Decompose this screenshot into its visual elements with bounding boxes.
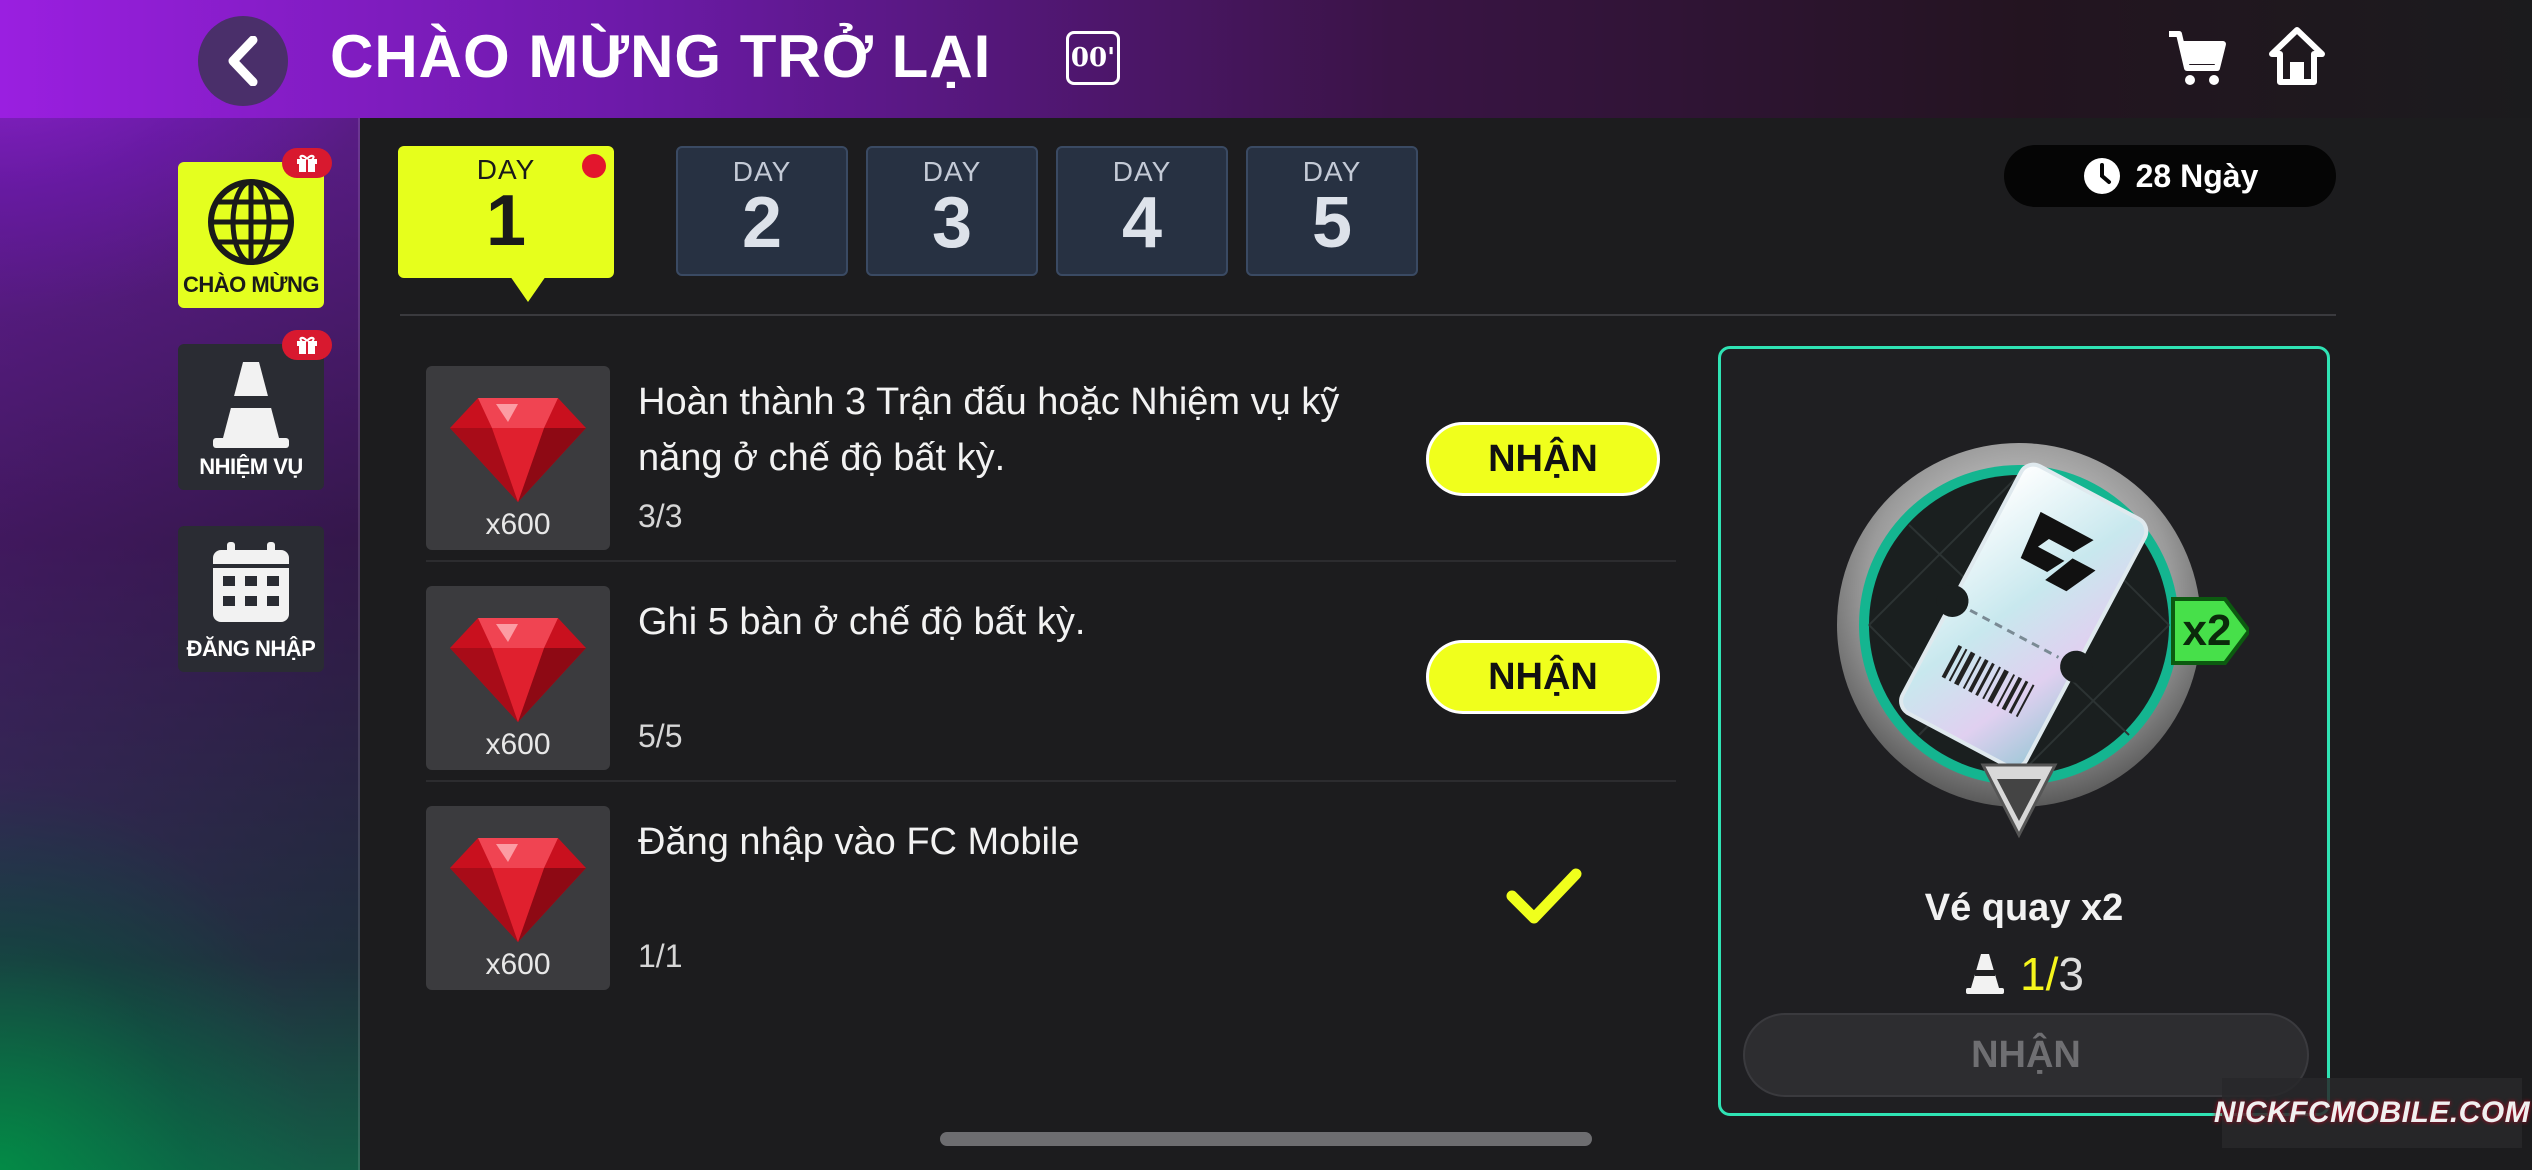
gift-icon — [297, 154, 317, 172]
reward-quantity: x600 — [485, 948, 551, 981]
spin-ticket-medal-icon: x2 — [1837, 443, 2249, 839]
watermark: NICKFCMOBILE.COM — [2214, 1078, 2530, 1148]
day-tab-1[interactable]: DAY 1 — [398, 146, 614, 278]
day-number: 1 — [485, 181, 527, 261]
reward-tile: x600 — [426, 366, 610, 550]
ruby-gem-icon — [450, 398, 586, 502]
info-badge[interactable]: 00' — [1066, 31, 1120, 85]
task-row: x600 Đăng nhập vào FC Mobile 1/1 — [426, 806, 1676, 990]
tabs-divider — [400, 314, 2336, 316]
reward-tile: x600 — [426, 806, 610, 990]
row-divider — [426, 780, 1676, 782]
claim-button[interactable]: NHẬN — [1426, 640, 1660, 714]
gift-badge — [282, 148, 332, 178]
day-tab-4[interactable]: DAY 4 — [1056, 146, 1228, 276]
timer-pill: 28 Ngày — [2004, 145, 2336, 207]
sidebar-divider — [358, 118, 360, 1170]
notification-dot — [582, 154, 606, 178]
sidebar-item-label: NHIỆM VỤ — [199, 454, 303, 479]
reward-quantity: x600 — [485, 728, 551, 761]
reward-progress: 1/3 — [1721, 947, 2327, 1001]
globe-icon — [208, 179, 294, 265]
task-title: Hoàn thành 3 Trận đấu hoặc Nhiệm vụ kỹ n… — [638, 381, 1340, 479]
day-number: 4 — [1121, 183, 1163, 263]
day-number: 2 — [741, 183, 783, 263]
cart-icon[interactable] — [2165, 28, 2229, 88]
task-progress: 3/3 — [638, 498, 683, 534]
sidebar-item-label: ĐĂNG NHẬP — [186, 636, 316, 661]
day-number: 3 — [931, 183, 973, 263]
page-title: CHÀO MỪNG TRỞ LẠI — [330, 23, 992, 90]
day-number: 5 — [1311, 183, 1353, 263]
home-icon[interactable] — [2268, 26, 2326, 86]
day-tab-2[interactable]: DAY 2 — [676, 146, 848, 276]
active-tab-pointer — [510, 276, 546, 302]
day-tab-3[interactable]: DAY 3 — [866, 146, 1038, 276]
ruby-gem-icon — [450, 838, 586, 942]
sidebar-item-login[interactable]: ĐĂNG NHẬP — [178, 526, 324, 672]
sidebar-item-welcome[interactable]: CHÀO MỪNG — [178, 148, 332, 308]
reward-quantity: x600 — [485, 508, 551, 541]
back-chevron-icon — [228, 36, 258, 86]
home-indicator-bar[interactable] — [940, 1132, 1592, 1146]
claim-button[interactable]: NHẬN — [1426, 422, 1660, 496]
calendar-icon — [213, 542, 289, 622]
task-title: Đăng nhập vào FC Mobile — [638, 821, 1080, 863]
day-tab-5[interactable]: DAY 5 — [1246, 146, 1418, 276]
timer-text: 28 Ngày — [2135, 157, 2259, 194]
gift-badge — [282, 330, 332, 360]
gift-icon — [297, 336, 317, 354]
cone-icon — [1966, 954, 2005, 994]
count-current: 1/ — [2020, 948, 2059, 1000]
reward-name: Vé quay x2 — [1924, 887, 2124, 929]
row-divider — [426, 560, 1676, 562]
multiplier-badge: x2 — [2183, 606, 2232, 655]
ruby-gem-icon — [450, 618, 586, 722]
cone-icon — [213, 362, 289, 448]
sidebar-item-missions[interactable]: NHIỆM VỤ — [178, 330, 332, 490]
sidebar-item-label: CHÀO MỪNG — [183, 272, 319, 297]
completed-check-icon — [1506, 868, 1582, 924]
back-button[interactable] — [198, 16, 288, 106]
task-title: Ghi 5 bàn ở chế độ bất kỳ. — [638, 601, 1086, 643]
reward-card: x2 Vé quay x2 1/3 NHẬN — [1718, 346, 2330, 1116]
task-progress: 5/5 — [638, 718, 683, 754]
count-total: 3 — [2058, 948, 2084, 1000]
clock-icon — [2083, 158, 2120, 194]
task-progress: 1/1 — [638, 938, 683, 974]
task-row: x600 Ghi 5 bàn ở chế độ bất kỳ. 5/5 NHẬN — [426, 586, 1676, 770]
reward-tile: x600 — [426, 586, 610, 770]
task-row: x600 Hoàn thành 3 Trận đấu hoặc Nhiệm vụ… — [426, 366, 1676, 550]
